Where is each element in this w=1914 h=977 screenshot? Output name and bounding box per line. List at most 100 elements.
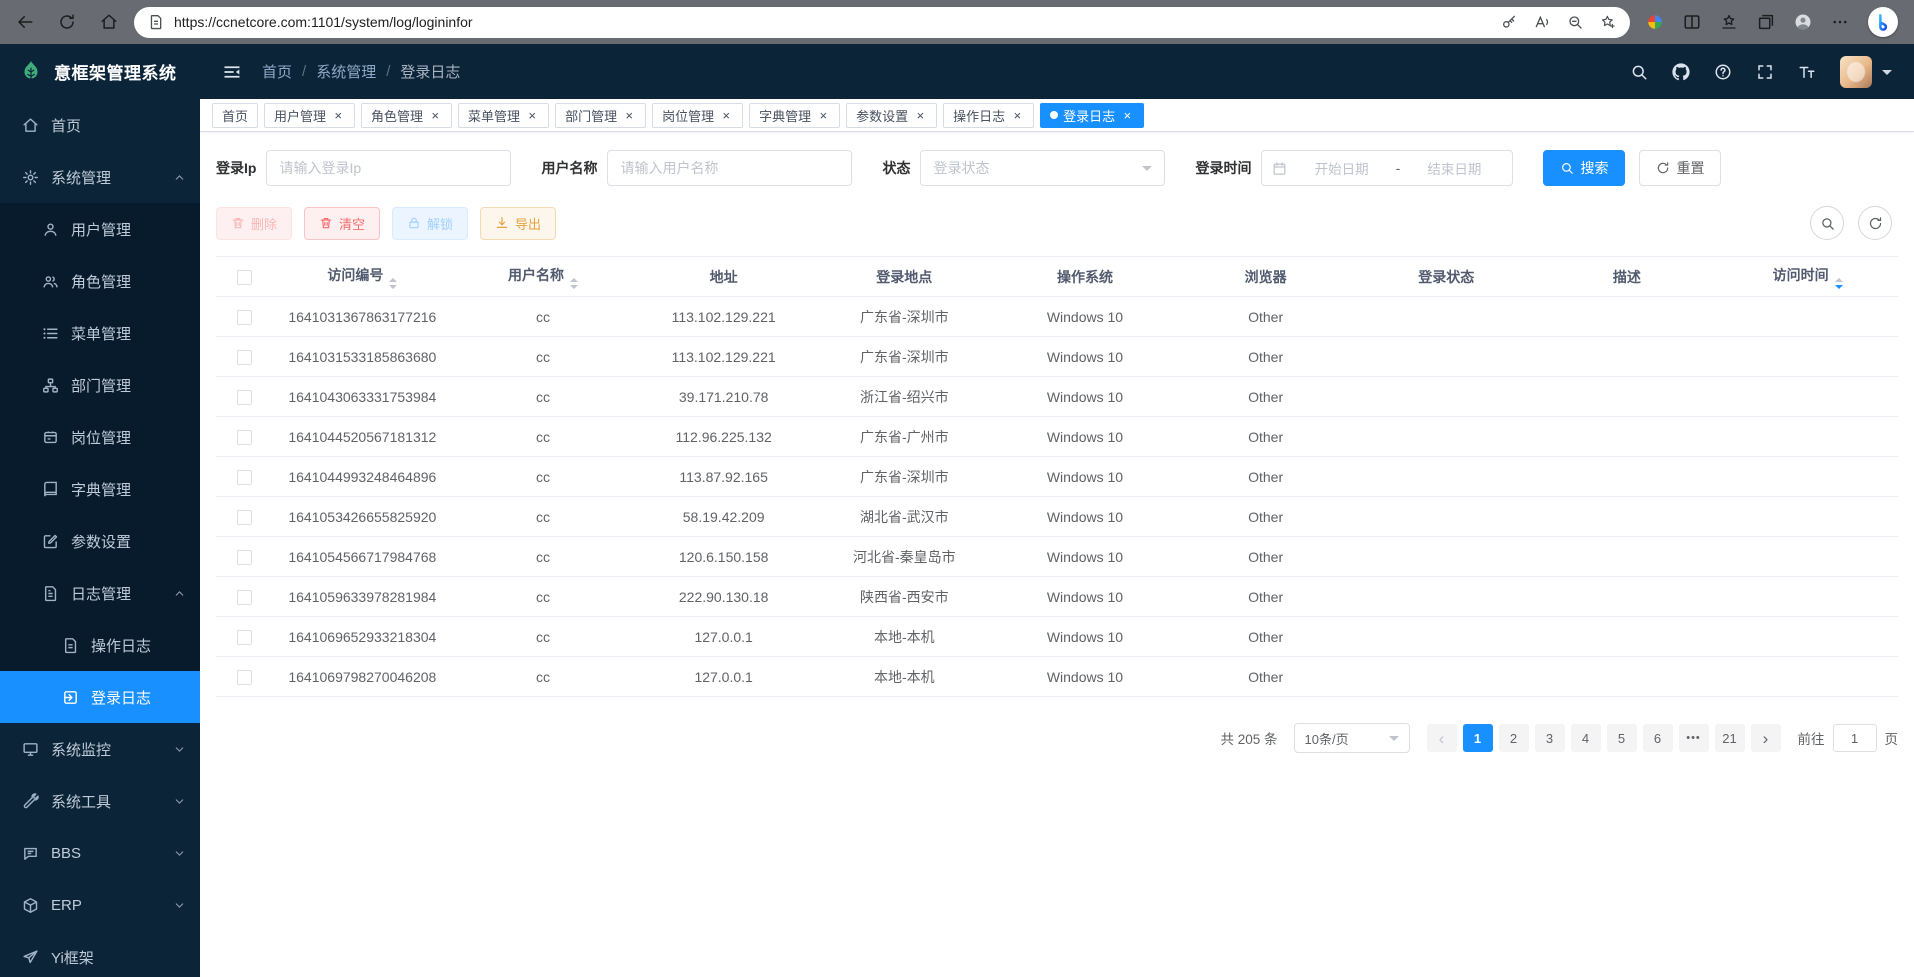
profile-icon[interactable] [1794,13,1812,31]
tab-menu-mgmt[interactable]: 菜单管理× [458,103,549,128]
tab-dept-mgmt[interactable]: 部门管理× [555,103,646,128]
filter-ip-input[interactable] [266,150,511,186]
breadcrumb-item-system[interactable]: 系统管理 [316,61,376,82]
tab-dict-mgmt[interactable]: 字典管理× [749,103,840,128]
sidebar-item-erp[interactable]: ERP [0,879,200,931]
row-checkbox[interactable] [237,510,252,525]
delete-button[interactable]: 删除 [216,207,292,240]
column-header-time[interactable]: 访问时间 [1717,257,1898,297]
refresh-table-button[interactable] [1858,206,1892,240]
next-page-button[interactable]: › [1751,724,1781,752]
select-all-checkbox[interactable] [237,270,252,285]
sidebar-item-user-mgmt[interactable]: 用户管理 [0,203,200,255]
tab-operation-log[interactable]: 操作日志× [943,103,1034,128]
page-info-icon[interactable] [148,14,164,30]
sort-caret-icon[interactable] [1835,278,1843,289]
tab-post-mgmt[interactable]: 岗位管理× [652,103,743,128]
back-icon[interactable] [16,13,34,31]
caret-down-icon[interactable] [1882,70,1892,80]
sidebar-item-operation-log[interactable]: 操作日志 [0,619,200,671]
favorites-bar-icon[interactable] [1720,13,1738,31]
home-icon[interactable] [100,13,118,31]
help-icon[interactable] [1714,63,1732,81]
column-header-id[interactable]: 访问编号 [272,257,453,297]
sidebar-item-param-settings[interactable]: 参数设置 [0,515,200,567]
page-button-6[interactable]: 6 [1643,724,1673,752]
row-checkbox[interactable] [237,590,252,605]
toggle-search-button[interactable] [1810,206,1844,240]
page-button-21[interactable]: 21 [1715,724,1745,752]
filter-user-input[interactable] [607,150,852,186]
sidebar-toggle-icon[interactable] [222,62,242,82]
page-button-4[interactable]: 4 [1571,724,1601,752]
close-icon[interactable]: × [428,108,442,122]
sidebar-item-yi-framework[interactable]: Yi框架 [0,931,200,977]
sidebar-item-log-mgmt[interactable]: 日志管理 [0,567,200,619]
tab-home[interactable]: 首页 [212,103,258,128]
tab-login-log[interactable]: 登录日志× [1040,103,1144,128]
close-icon[interactable]: × [525,108,539,122]
page-button-5[interactable]: 5 [1607,724,1637,752]
tab-user-mgmt[interactable]: 用户管理× [264,103,355,128]
export-button[interactable]: 导出 [480,207,556,240]
date-range-picker[interactable]: 开始日期 - 结束日期 [1261,150,1513,186]
sidebar-item-post-mgmt[interactable]: 岗位管理 [0,411,200,463]
breadcrumb-item-home[interactable]: 首页 [262,61,292,82]
search-button[interactable]: 搜索 [1543,150,1625,186]
sort-caret-icon[interactable] [389,278,397,289]
sidebar-item-system-monitor[interactable]: 系统监控 [0,723,200,775]
page-button-2[interactable]: 2 [1499,724,1529,752]
status-select[interactable]: 登录状态 [920,150,1165,186]
user-avatar[interactable] [1840,56,1872,88]
close-icon[interactable]: × [913,108,927,122]
sidebar-item-dept-mgmt[interactable]: 部门管理 [0,359,200,411]
prev-page-button[interactable]: ‹ [1427,724,1457,752]
github-icon[interactable] [1672,63,1690,81]
bing-copilot-icon[interactable] [1868,7,1898,37]
sidebar-item-menu-mgmt[interactable]: 菜单管理 [0,307,200,359]
close-icon[interactable]: × [719,108,733,122]
tab-param-settings[interactable]: 参数设置× [846,103,937,128]
close-icon[interactable]: × [622,108,636,122]
sidebar-item-role-mgmt[interactable]: 角色管理 [0,255,200,307]
fullscreen-icon[interactable] [1756,63,1774,81]
page-ellipsis[interactable]: ••• [1679,724,1709,752]
sidebar-item-system-tools[interactable]: 系统工具 [0,775,200,827]
close-icon[interactable]: × [816,108,830,122]
row-checkbox[interactable] [237,390,252,405]
reset-button[interactable]: 重置 [1639,150,1721,186]
zoom-out-icon[interactable] [1567,14,1583,30]
read-aloud-icon[interactable] [1534,14,1550,30]
row-checkbox[interactable] [237,670,252,685]
tab-role-mgmt[interactable]: 角色管理× [361,103,452,128]
row-checkbox[interactable] [237,630,252,645]
jump-input[interactable] [1833,724,1877,752]
row-checkbox[interactable] [237,470,252,485]
row-checkbox[interactable] [237,430,252,445]
more-menu-icon[interactable] [1831,13,1849,31]
page-button-3[interactable]: 3 [1535,724,1565,752]
password-key-icon[interactable] [1501,14,1517,30]
refresh-icon[interactable] [58,13,76,31]
column-header-user[interactable]: 用户名称 [453,257,634,297]
page-size-select[interactable]: 10条/页 [1294,723,1410,753]
sort-caret-icon[interactable] [570,278,578,289]
split-screen-icon[interactable] [1683,13,1701,31]
row-checkbox[interactable] [237,350,252,365]
close-icon[interactable]: × [331,108,345,122]
sidebar-item-system-mgmt[interactable]: 系统管理 [0,151,200,203]
collections-icon[interactable] [1757,13,1775,31]
favorites-add-icon[interactable] [1600,14,1616,30]
sidebar-item-bbs[interactable]: BBS [0,827,200,879]
sidebar-item-login-log[interactable]: 登录日志 [0,671,200,723]
close-icon[interactable]: × [1010,108,1024,122]
page-button-1[interactable]: 1 [1463,724,1493,752]
address-bar[interactable]: https://ccnetcore.com:1101/system/log/lo… [134,7,1630,38]
row-checkbox[interactable] [237,310,252,325]
row-checkbox[interactable] [237,550,252,565]
sidebar-item-home[interactable]: 首页 [0,99,200,151]
font-size-icon[interactable] [1798,63,1816,81]
sidebar-item-dict-mgmt[interactable]: 字典管理 [0,463,200,515]
search-icon[interactable] [1630,63,1648,81]
extensions-icon[interactable] [1646,13,1664,31]
